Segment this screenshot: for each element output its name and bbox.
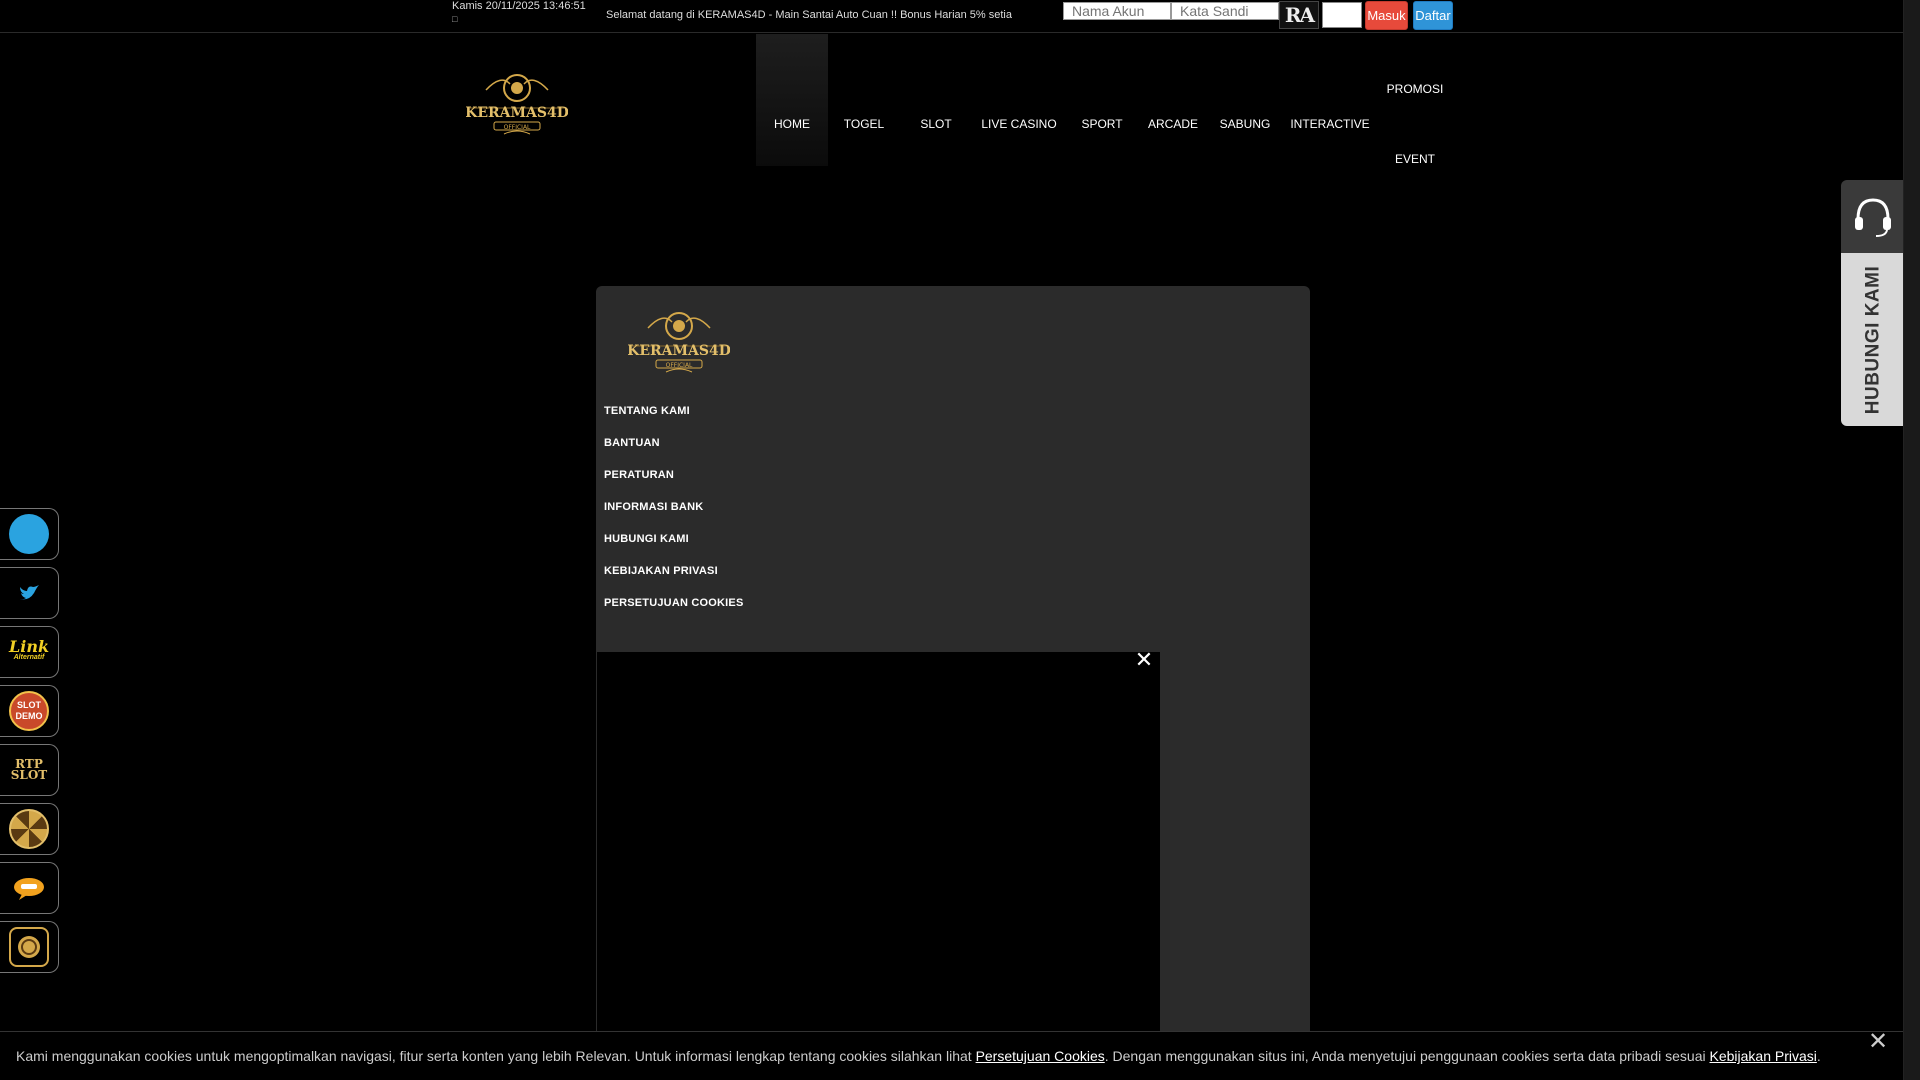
nav-home[interactable]: HOME xyxy=(756,112,828,136)
nav-interactive[interactable]: INTERACTIVE xyxy=(1284,112,1376,136)
nav-sport[interactable]: SPORT xyxy=(1070,112,1134,136)
chat-bubble-icon xyxy=(9,868,49,908)
cookie-close-icon[interactable]: ✕ xyxy=(1868,1030,1888,1054)
footer-link-hubungi-kami[interactable]: HUBUNGI KAMI xyxy=(604,533,689,545)
headset-icon xyxy=(1855,197,1891,237)
site-logo[interactable]: KERAMAS4D OFFICIAL xyxy=(465,70,569,141)
footer-link-persetujuan-cookies[interactable]: PERSETUJUAN COOKIES xyxy=(604,597,744,609)
nav-arcade[interactable]: ARCADE xyxy=(1141,112,1205,136)
twitter-icon xyxy=(9,573,49,613)
clock-icon: □ xyxy=(452,14,458,24)
footer-link-tentang-kami[interactable]: TENTANG KAMI xyxy=(604,405,690,417)
logo-text: KERAMAS4D xyxy=(466,105,568,121)
livechat-button[interactable] xyxy=(0,862,59,914)
link-alternatif-icon: Link Alternatif xyxy=(9,632,49,672)
nav-active-highlight xyxy=(756,34,828,166)
lucky-wheel-icon xyxy=(9,809,49,849)
footer-link-peraturan[interactable]: PERATURAN xyxy=(604,469,674,481)
footer-link-kebijakan-privasi[interactable]: KEBIJAKAN PRIVASI xyxy=(604,565,718,577)
nav-sabung[interactable]: SABUNG xyxy=(1213,112,1277,136)
login-button[interactable]: Masuk xyxy=(1365,1,1408,30)
password-input[interactable] xyxy=(1171,2,1279,20)
crypto-button[interactable] xyxy=(0,921,59,973)
nav-togel[interactable]: TOGEL xyxy=(832,112,896,136)
footer-logo[interactable]: KERAMAS4D OFFICIAL xyxy=(627,308,731,379)
logo-subtext: OFFICIAL xyxy=(504,124,531,131)
contact-headset-tab[interactable] xyxy=(1841,180,1905,253)
rtp-slot-icon: RTP SLOT xyxy=(9,750,49,790)
nav-slot[interactable]: SLOT xyxy=(904,112,968,136)
link-alternatif-button[interactable]: Link Alternatif xyxy=(0,626,59,678)
privacy-policy-link[interactable]: Kebijakan Privasi xyxy=(1710,1048,1817,1064)
logo-emblem-icon: KERAMAS4D OFFICIAL xyxy=(465,74,569,135)
captcha-image: RA xyxy=(1279,1,1319,29)
video-popup[interactable] xyxy=(597,652,1160,1080)
cookie-text: Kami menggunakan cookies untuk mengoptim… xyxy=(16,1048,1821,1064)
announcement-marquee: Selamat datang di KERAMAS4D - Main Santa… xyxy=(606,9,1012,21)
telegram-button[interactable] xyxy=(0,508,59,560)
slot-demo-icon: SLOT DEMO xyxy=(9,691,49,731)
cookie-consent-link[interactable]: Persetujuan Cookies xyxy=(976,1048,1105,1064)
register-button[interactable]: Daftar xyxy=(1413,1,1453,30)
contact-label[interactable]: HUBUNGI KAMI xyxy=(1841,253,1905,426)
scrollbar[interactable] xyxy=(1903,0,1920,1080)
captcha-input[interactable] xyxy=(1322,2,1362,28)
username-input[interactable] xyxy=(1063,2,1171,20)
logo-subtext: OFFICIAL xyxy=(666,362,693,369)
cookie-banner: Kami menggunakan cookies untuk mengoptim… xyxy=(0,1031,1903,1080)
nav-promosi[interactable]: PROMOSI xyxy=(1380,77,1450,101)
footer-link-bantuan[interactable]: BANTUAN xyxy=(604,437,660,449)
nav-event[interactable]: EVENT xyxy=(1380,147,1450,171)
datetime-text: Kamis 20/11/2025 13:46:51 xyxy=(452,0,586,12)
nav-live-casino[interactable]: LIVE CASINO xyxy=(974,112,1064,136)
logo-emblem-icon: KERAMAS4D OFFICIAL xyxy=(627,312,731,373)
footer-link-informasi-bank[interactable]: INFORMASI BANK xyxy=(604,501,703,513)
rtp-slot-button[interactable]: RTP SLOT xyxy=(0,744,59,796)
slot-demo-button[interactable]: SLOT DEMO xyxy=(0,685,59,737)
top-bar: Kamis 20/11/2025 13:46:51 □ Selamat data… xyxy=(0,0,1920,33)
logo-text: KERAMAS4D xyxy=(628,343,730,359)
close-icon[interactable]: ✕ xyxy=(1134,649,1154,671)
wheel-button[interactable] xyxy=(0,803,59,855)
twitter-button[interactable] xyxy=(0,567,59,619)
telegram-icon xyxy=(9,514,49,554)
coin-icon xyxy=(9,927,49,967)
